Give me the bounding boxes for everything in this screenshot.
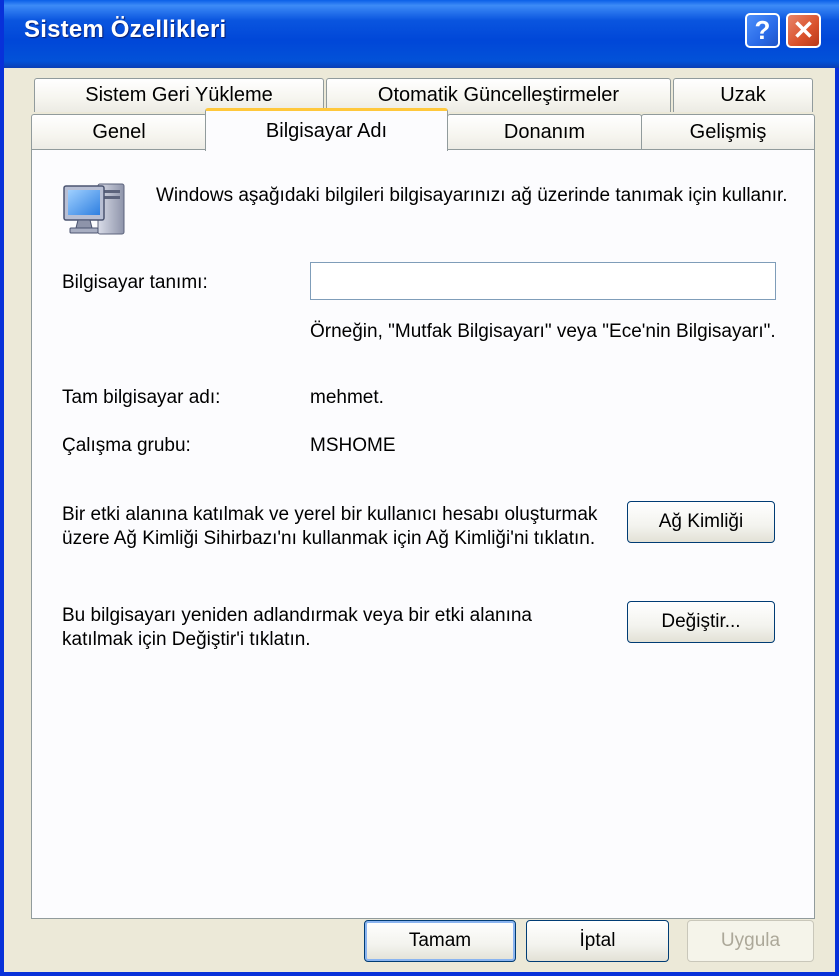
help-button[interactable]: ?: [745, 13, 780, 48]
window-title: Sistem Özellikleri: [24, 16, 227, 43]
computer-icon: [63, 183, 125, 235]
tab-general[interactable]: Genel: [31, 114, 207, 150]
description-label: Bilgisayar tanımı:: [62, 272, 208, 293]
apply-button[interactable]: Uygula: [687, 920, 814, 962]
workgroup-value: MSHOME: [310, 435, 396, 456]
network-id-text: Bir etki alanına katılmak ve yerel bir k…: [62, 504, 598, 549]
title-bar[interactable]: Sistem Özellikleri ? ✕: [4, 0, 839, 68]
full-name-value: mehmet.: [310, 387, 384, 408]
description-hint: Örneğin, "Mutfak Bilgisayarı" veya "Ece'…: [310, 321, 776, 342]
cancel-button[interactable]: İptal: [526, 920, 669, 962]
change-button[interactable]: Değiştir...: [627, 601, 775, 643]
close-button[interactable]: ✕: [786, 13, 821, 48]
tab-system-restore[interactable]: Sistem Geri Yükleme: [34, 78, 324, 112]
help-icon: ?: [754, 15, 771, 45]
system-properties-window: Sistem Özellikleri ? ✕ Sistem Geri Yükle…: [0, 0, 839, 976]
tab-advanced[interactable]: Gelişmiş: [641, 114, 815, 150]
intro-text: Windows aşağıdaki bilgileri bilgisayarın…: [156, 185, 788, 206]
tab-automatic-updates[interactable]: Otomatik Güncelleştirmeler: [326, 78, 671, 112]
close-icon: ✕: [792, 15, 815, 45]
tab-remote[interactable]: Uzak: [673, 78, 813, 112]
tab-computer-name[interactable]: Bilgisayar Adı: [205, 108, 448, 151]
network-id-button[interactable]: Ağ Kimliği: [627, 501, 775, 543]
tab-hardware[interactable]: Donanım: [447, 114, 642, 150]
full-name-label: Tam bilgisayar adı:: [62, 387, 221, 408]
rename-text: Bu bilgisayarı yeniden adlandırmak veya …: [62, 605, 532, 650]
workgroup-label: Çalışma grubu:: [62, 435, 191, 456]
ok-button[interactable]: Tamam: [364, 920, 516, 962]
description-input[interactable]: [310, 262, 776, 300]
